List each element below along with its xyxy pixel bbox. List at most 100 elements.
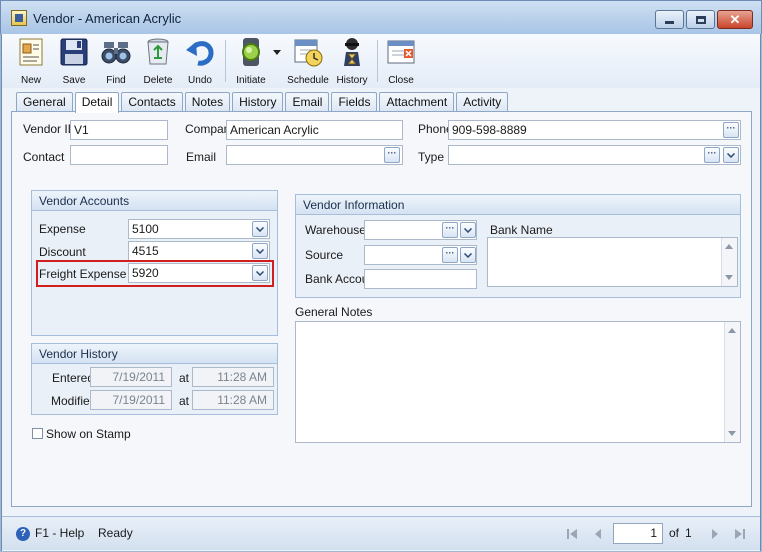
page-number-field[interactable]: 1 bbox=[613, 523, 663, 544]
contact-field[interactable] bbox=[70, 145, 168, 165]
bank-account-field[interactable] bbox=[364, 269, 477, 289]
type-label: Type bbox=[418, 150, 445, 164]
chevron-down-icon bbox=[464, 227, 472, 233]
total-pages: 1 bbox=[685, 526, 692, 540]
next-page-icon bbox=[712, 529, 718, 539]
delete-button[interactable]: Delete bbox=[141, 36, 175, 86]
type-dropdown-button[interactable] bbox=[723, 147, 739, 163]
window-title: Vendor - American Acrylic bbox=[33, 11, 182, 26]
maximize-button[interactable] bbox=[686, 10, 715, 29]
initiate-dropdown-button[interactable] bbox=[271, 48, 283, 58]
floppy-disk-icon bbox=[58, 36, 90, 68]
email-ellipsis-button[interactable]: ··· bbox=[384, 147, 400, 163]
window-client: New Save Find Delete Undo Initiate Sched… bbox=[1, 34, 761, 551]
close-button[interactable]: Close bbox=[384, 36, 418, 86]
undo-label: Undo bbox=[188, 75, 212, 86]
new-document-icon bbox=[15, 36, 47, 68]
tab-general[interactable]: General bbox=[16, 92, 73, 112]
schedule-label: Schedule bbox=[287, 75, 329, 86]
general-notes-label: General Notes bbox=[295, 305, 373, 319]
source-ellipsis-button[interactable]: ··· bbox=[442, 247, 458, 263]
tab-detail[interactable]: Detail bbox=[74, 92, 120, 113]
phone-ellipsis-button[interactable]: ··· bbox=[723, 122, 739, 138]
close-label: Close bbox=[388, 75, 414, 86]
modified-at-label: at bbox=[179, 394, 190, 408]
company-field[interactable]: American Acrylic bbox=[226, 120, 403, 140]
scroll-up-icon bbox=[725, 244, 733, 249]
next-page-button[interactable] bbox=[708, 527, 722, 541]
last-page-button[interactable] bbox=[733, 527, 747, 541]
expense-label: Expense bbox=[39, 222, 86, 236]
status-bar: ? F1 - Help Ready 1 of 1 bbox=[2, 516, 760, 550]
delete-label: Delete bbox=[143, 75, 173, 86]
close-window-button[interactable]: ✕ bbox=[717, 10, 753, 29]
entered-at-label: at bbox=[179, 371, 190, 385]
history-button[interactable]: History bbox=[334, 36, 370, 86]
expense-dropdown-button[interactable] bbox=[252, 221, 268, 237]
close-form-icon bbox=[385, 36, 417, 68]
find-button[interactable]: Find bbox=[99, 36, 133, 86]
new-button[interactable]: New bbox=[14, 36, 48, 86]
scroll-down-icon bbox=[725, 275, 733, 280]
contact-label: Contact bbox=[23, 150, 65, 164]
new-label: New bbox=[20, 75, 41, 86]
tab-notes[interactable]: Notes bbox=[184, 92, 231, 112]
help-icon[interactable]: ? bbox=[16, 527, 30, 541]
previous-page-icon bbox=[595, 529, 601, 539]
bank-name-field[interactable] bbox=[487, 237, 738, 287]
of-label: of bbox=[669, 526, 680, 540]
type-ellipsis-button[interactable]: ··· bbox=[704, 147, 720, 163]
caret-down-icon bbox=[273, 50, 281, 55]
modified-time-field: 11:28 AM bbox=[192, 390, 274, 410]
first-page-button[interactable] bbox=[565, 527, 579, 541]
email-field[interactable] bbox=[226, 145, 403, 165]
tab-attachment[interactable]: Attachment bbox=[379, 92, 455, 112]
undo-button[interactable]: Undo bbox=[183, 36, 217, 86]
entered-time-field: 11:28 AM bbox=[192, 367, 274, 387]
chevron-down-icon bbox=[464, 252, 472, 258]
last-page-icon bbox=[735, 529, 745, 539]
tab-activity[interactable]: Activity bbox=[456, 92, 509, 112]
toolbar-separator bbox=[377, 40, 378, 82]
toolbar-separator bbox=[225, 40, 226, 82]
bank-account-label: Bank Accou bbox=[305, 272, 365, 286]
chevron-down-icon bbox=[256, 226, 264, 232]
hourglass-person-icon bbox=[336, 36, 368, 68]
bank-name-scrollbar[interactable] bbox=[721, 238, 737, 286]
tab-fields[interactable]: Fields bbox=[331, 92, 378, 112]
entered-label: Entered bbox=[52, 371, 95, 385]
vendor-information-title: Vendor Information bbox=[296, 195, 740, 215]
tab-history[interactable]: History bbox=[232, 92, 284, 112]
expense-field[interactable]: 5100 bbox=[128, 219, 270, 239]
help-label[interactable]: F1 - Help bbox=[35, 526, 84, 540]
first-page-icon bbox=[567, 529, 577, 539]
previous-page-button[interactable] bbox=[591, 527, 605, 541]
vendor-id-field[interactable]: V1 bbox=[70, 120, 168, 140]
close-icon: ✕ bbox=[729, 12, 741, 27]
scroll-down-icon bbox=[728, 431, 736, 436]
source-dropdown-button[interactable] bbox=[460, 247, 476, 263]
schedule-button[interactable]: Schedule bbox=[287, 36, 329, 86]
discount-dropdown-button[interactable] bbox=[252, 243, 268, 259]
email-label: Email bbox=[186, 150, 217, 164]
general-notes-field[interactable] bbox=[295, 321, 741, 443]
type-field[interactable] bbox=[448, 145, 741, 165]
warehouse-dropdown-button[interactable] bbox=[460, 222, 476, 238]
traffic-light-icon bbox=[235, 36, 267, 68]
initiate-button[interactable]: Initiate bbox=[232, 36, 270, 86]
calendar-clock-icon bbox=[292, 36, 324, 68]
save-button[interactable]: Save bbox=[57, 36, 91, 86]
tab-email[interactable]: Email bbox=[285, 92, 330, 112]
save-label: Save bbox=[62, 75, 86, 86]
show-on-stamp-checkbox[interactable] bbox=[32, 428, 43, 439]
general-notes-scrollbar[interactable] bbox=[724, 322, 740, 442]
tab-contacts[interactable]: Contacts bbox=[121, 92, 183, 112]
discount-field[interactable]: 4515 bbox=[128, 241, 270, 261]
phone-field[interactable]: 909-598-8889 bbox=[448, 120, 741, 140]
minimize-button[interactable] bbox=[655, 10, 684, 29]
warehouse-ellipsis-button[interactable]: ··· bbox=[442, 222, 458, 238]
app-icon bbox=[11, 10, 27, 26]
show-on-stamp-label: Show on Stamp bbox=[46, 427, 131, 441]
undo-arrow-icon bbox=[184, 36, 216, 68]
discount-label: Discount bbox=[39, 245, 86, 259]
